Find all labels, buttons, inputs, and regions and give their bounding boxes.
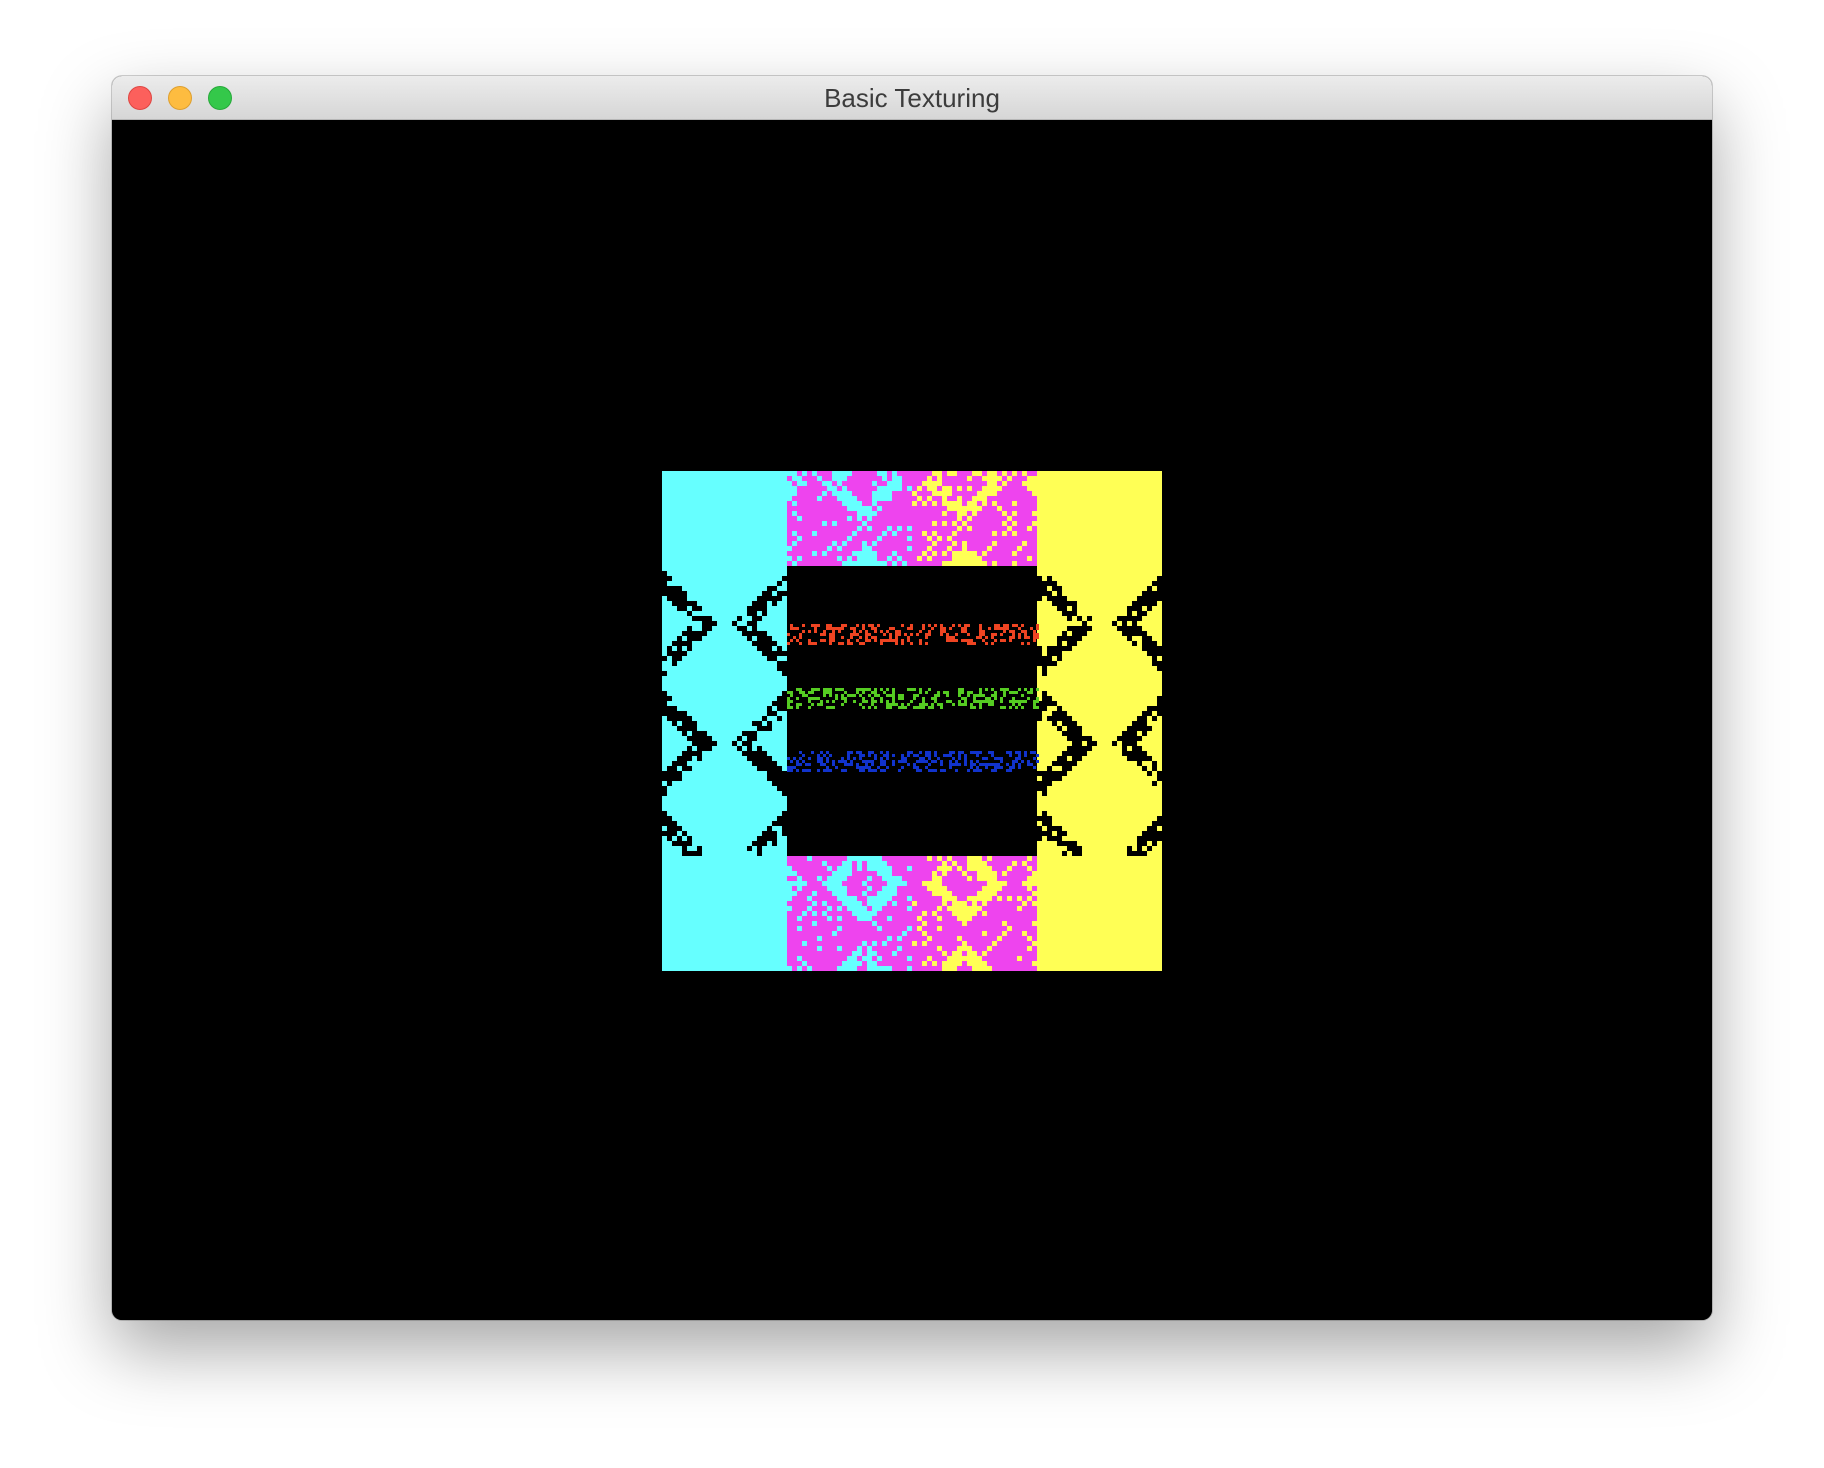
- app-window: Basic Texturing: [112, 76, 1712, 1320]
- textured-quad: [662, 471, 1162, 971]
- title-bar[interactable]: Basic Texturing: [112, 76, 1712, 120]
- window-title: Basic Texturing: [824, 83, 1000, 113]
- texture-pixels: [662, 471, 1162, 971]
- render-viewport[interactable]: [112, 120, 1712, 1320]
